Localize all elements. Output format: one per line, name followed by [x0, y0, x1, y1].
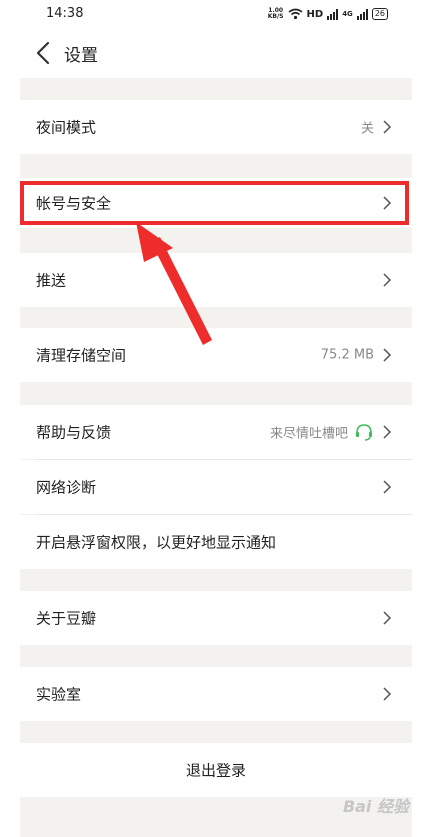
setting-network-diagnosis[interactable]: 网络诊断: [20, 460, 412, 514]
signal-icon-2: [356, 8, 368, 20]
setting-floating-window[interactable]: 开启悬浮窗权限，以更好地显示通知: [20, 515, 412, 569]
status-icons: 1.00 KB/S HD 4G 26: [268, 6, 388, 22]
chevron-right-icon: [383, 687, 392, 701]
setting-value: 来尽情吐槽吧: [269, 426, 348, 442]
setting-lab[interactable]: 实验室: [20, 667, 412, 721]
network-speed-unit: KB/S: [267, 13, 284, 20]
header: 设置: [0, 28, 435, 77]
setting-label: 开启悬浮窗权限，以更好地显示通知: [36, 533, 277, 552]
signal-icon: [327, 8, 339, 20]
wifi-icon: [288, 8, 303, 20]
logout-button[interactable]: 退出登录: [20, 743, 412, 797]
setting-label: 清理存储空间: [36, 346, 127, 365]
status-bar: 14:38 1.00 KB/S HD 4G 26: [0, 0, 435, 28]
setting-value: 75.2 MB: [320, 347, 374, 363]
chevron-right-icon: [383, 611, 392, 625]
setting-label: 关于豆瓣: [36, 609, 97, 628]
setting-storage[interactable]: 清理存储空间 75.2 MB: [20, 328, 412, 382]
setting-label: 实验室: [36, 685, 82, 704]
battery-icon: 26: [371, 8, 388, 20]
setting-value: 关: [360, 121, 374, 137]
back-arrow-icon[interactable]: [34, 41, 54, 65]
chevron-right-icon: [383, 273, 392, 287]
status-time: 14:38: [46, 6, 84, 21]
logout-label: 退出登录: [185, 761, 246, 780]
highlight-box: [20, 181, 409, 225]
chevron-right-icon: [383, 120, 392, 134]
headset-icon: [356, 424, 372, 441]
setting-night-mode[interactable]: 夜间模式 关: [20, 100, 412, 154]
setting-about[interactable]: 关于豆瓣: [20, 591, 412, 645]
setting-label: 夜间模式: [36, 118, 97, 137]
watermark: Bai 经验: [342, 797, 409, 816]
chevron-right-icon: [383, 425, 392, 439]
setting-push[interactable]: 推送: [20, 253, 412, 307]
hd-icon: HD: [306, 8, 324, 20]
chevron-right-icon: [383, 348, 392, 362]
setting-label: 帮助与反馈: [36, 423, 112, 442]
network-speed: 1.00 KB/S: [268, 8, 284, 20]
setting-label: 推送: [36, 271, 67, 290]
network-type: 4G: [342, 10, 353, 18]
setting-feedback[interactable]: 帮助与反馈 来尽情吐槽吧: [20, 405, 412, 459]
chevron-right-icon: [383, 480, 392, 494]
page-title: 设置: [64, 46, 98, 66]
setting-label: 网络诊断: [36, 478, 97, 497]
